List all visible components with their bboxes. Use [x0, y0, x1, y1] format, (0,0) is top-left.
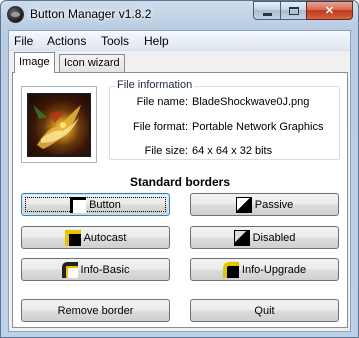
passive-border-icon	[235, 196, 252, 213]
autocast-border-button[interactable]: Autocast	[21, 226, 170, 249]
passive-border-label: Passive	[254, 198, 294, 211]
file-information-title: File information	[115, 79, 195, 91]
image-tab-panel: File information File name: BladeShockwa…	[12, 72, 348, 328]
disabled-border-icon	[233, 229, 250, 246]
info-upgrade-border-icon	[222, 261, 239, 278]
quit-button[interactable]: Quit	[190, 299, 339, 322]
dragon-artwork	[33, 105, 81, 149]
menu-help[interactable]: Help	[144, 34, 169, 48]
disabled-border-button[interactable]: Disabled	[190, 226, 339, 249]
info-basic-border-button[interactable]: Info-Basic	[21, 258, 170, 281]
file-information-group: File information File name: BladeShockwa…	[109, 79, 340, 160]
menu-bar: File Actions Tools Help	[9, 31, 350, 51]
menu-file[interactable]: File	[14, 34, 33, 48]
button-border-icon	[70, 196, 87, 213]
tab-image[interactable]: Image	[14, 52, 55, 73]
maximize-icon	[288, 6, 299, 15]
info-upgrade-border-label: Info-Upgrade	[241, 263, 307, 276]
button-border-button[interactable]: Button	[21, 193, 170, 216]
app-window: Button Manager v1.8.2 ✕ File Actions Too…	[0, 0, 359, 338]
focus-rectangle	[25, 197, 166, 212]
title-bar[interactable]: Button Manager v1.8.2 ✕	[1, 1, 358, 30]
file-size-value: 64 x 64 x 32 bits	[192, 145, 273, 157]
close-icon: ✕	[324, 5, 335, 17]
passive-border-button[interactable]: Passive	[190, 193, 339, 216]
autocast-border-label: Autocast	[83, 231, 127, 244]
file-name-label: File name:	[136, 96, 188, 108]
app-icon[interactable]	[7, 6, 24, 23]
actions-separator	[21, 289, 339, 290]
window-title: Button Manager v1.8.2	[30, 7, 152, 21]
file-format-value: Portable Network Graphics	[192, 121, 324, 133]
info-basic-border-label: Info-Basic	[80, 263, 130, 276]
info-upgrade-border-button[interactable]: Info-Upgrade	[190, 258, 339, 281]
separator-right	[238, 183, 339, 184]
tab-icon-wizard[interactable]: Icon wizard	[59, 54, 125, 72]
menu-tools[interactable]: Tools	[101, 34, 129, 48]
maximize-button[interactable]	[280, 1, 306, 20]
autocast-border-icon	[64, 229, 81, 246]
remove-border-button[interactable]: Remove border	[21, 299, 170, 322]
quit-label: Quit	[254, 304, 275, 317]
file-name-value: BladeShockwave0J.png	[192, 96, 310, 108]
client-area: File Actions Tools Help Image Icon wizar…	[8, 30, 351, 332]
remove-border-label: Remove border	[57, 304, 134, 317]
icon-preview-image	[27, 93, 91, 157]
standard-borders-title: Standard borders	[129, 175, 231, 189]
disabled-border-label: Disabled	[252, 231, 296, 244]
info-basic-border-icon	[61, 261, 78, 278]
close-button[interactable]: ✕	[306, 1, 353, 20]
menu-actions[interactable]: Actions	[47, 34, 86, 48]
image-preview-frame	[21, 86, 97, 163]
file-size-label: File size:	[144, 145, 188, 157]
minimize-button[interactable]	[253, 1, 280, 20]
file-format-label: File format:	[132, 121, 188, 133]
minimize-icon	[262, 12, 272, 16]
